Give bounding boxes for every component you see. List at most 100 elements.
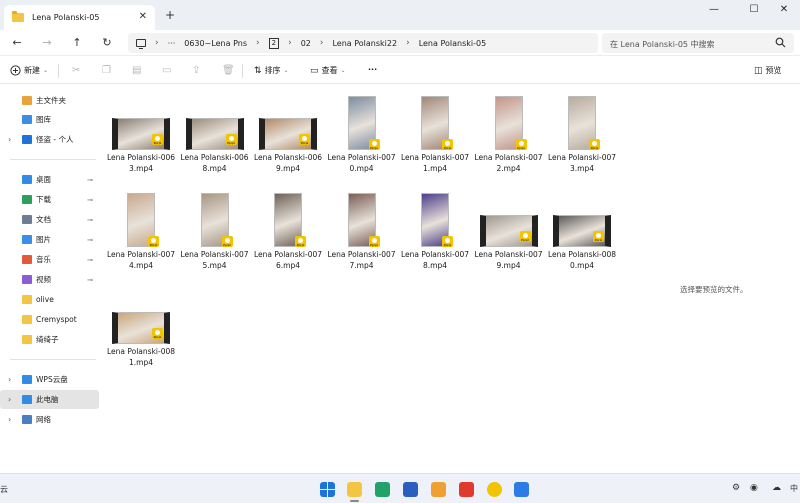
sidebar-item[interactable]: 绮绮子 xyxy=(0,330,99,349)
player-icon[interactable] xyxy=(487,482,502,497)
file-item[interactable]: Pprpl Lena Polanski-0077.mp4 xyxy=(325,185,399,271)
new-button[interactable]: 新建 ⌄ xyxy=(10,65,48,76)
copy-button[interactable]: ❐ xyxy=(102,65,111,76)
store-icon[interactable] xyxy=(431,482,446,497)
file-thumbnail-area: Pprpl xyxy=(104,185,178,249)
preview-pane-button[interactable]: ◫ 预览 xyxy=(754,65,782,76)
paste-button[interactable]: ▤ xyxy=(132,65,141,76)
steam-icon[interactable]: ◉ xyxy=(750,483,758,493)
new-tab-button[interactable]: + xyxy=(165,8,175,22)
sidebar-item[interactable]: Cremyspot xyxy=(0,310,99,329)
folder-icon xyxy=(22,315,32,324)
tab-current-folder[interactable]: Lena Polanski-05 ✕ xyxy=(4,5,155,30)
expand-chevron-icon[interactable]: › xyxy=(8,375,11,384)
breadcrumb-item[interactable]: 2 xyxy=(268,37,280,49)
tray-icon[interactable]: ⚙ xyxy=(732,483,740,493)
file-thumbnail-area: Pprpl xyxy=(545,88,619,152)
more-options-button[interactable]: ··· xyxy=(368,65,377,74)
address-row: ← → ↑ ↻ › ··· 0630~Lena Pns › 2 › 02 › L… xyxy=(0,30,800,56)
view-button[interactable]: ▭ 查看 ⌄ xyxy=(310,65,346,76)
file-explorer-icon[interactable] xyxy=(347,482,362,497)
breadcrumb-more[interactable]: ··· xyxy=(168,39,176,48)
sidebar-item[interactable]: 下载 ⊸ xyxy=(0,190,99,209)
breadcrumb-separator: › xyxy=(406,38,410,48)
delete-button[interactable]: 🗑 xyxy=(222,65,235,76)
close-tab-button[interactable]: ✕ xyxy=(139,11,147,22)
forward-button[interactable]: → xyxy=(40,36,54,49)
file-name: Lena Polanski-0071.mp4 xyxy=(400,153,470,173)
sidebar-item[interactable]: olive xyxy=(0,290,99,309)
sidebar-item-label: 桌面 xyxy=(36,175,51,184)
file-item[interactable]: Pprpl Lena Polanski-0063.mp4 xyxy=(104,88,178,174)
sidebar-item[interactable]: 音乐 ⊸ xyxy=(0,250,99,269)
sidebar-item[interactable]: 图库 xyxy=(0,110,99,129)
file-name: Lena Polanski-0078.mp4 xyxy=(400,250,470,270)
sidebar-item[interactable]: 文档 ⊸ xyxy=(0,210,99,229)
sort-button[interactable]: ⇅ 排序 ⌄ xyxy=(254,65,289,76)
player-badge-icon: Pprpl xyxy=(148,236,159,247)
sort-label: 排序 xyxy=(264,66,281,75)
file-item[interactable]: Pprpl Lena Polanski-0069.mp4 xyxy=(251,88,325,174)
refresh-button[interactable]: ↻ xyxy=(100,36,114,49)
file-item[interactable]: Pprpl Lena Polanski-0073.mp4 xyxy=(545,88,619,174)
sidebar-item[interactable]: › 网络 xyxy=(0,410,99,429)
close-window-button[interactable]: ✕ xyxy=(774,4,794,15)
share-button[interactable]: ⇪ xyxy=(192,65,200,76)
app-icon[interactable] xyxy=(403,482,418,497)
file-item[interactable]: Pprpl Lena Polanski-0081.mp4 xyxy=(104,282,178,368)
file-item[interactable]: Pprpl Lena Polanski-0076.mp4 xyxy=(251,185,325,271)
file-item[interactable]: Pprpl Lena Polanski-0072.mp4 xyxy=(472,88,546,174)
file-item[interactable]: Pprpl Lena Polanski-0074.mp4 xyxy=(104,185,178,271)
sidebar-item[interactable]: › 怪盗 - 个人 xyxy=(0,130,99,149)
file-item[interactable]: Pprpl Lena Polanski-0070.mp4 xyxy=(325,88,399,174)
file-item[interactable]: Pprpl Lena Polanski-0068.mp4 xyxy=(178,88,252,174)
file-thumbnail-area: Pprpl xyxy=(251,88,325,152)
search-icon[interactable] xyxy=(775,37,786,48)
rename-button[interactable]: ▭ xyxy=(162,65,171,76)
sidebar-item[interactable]: 桌面 ⊸ xyxy=(0,170,99,189)
input-method-indicator[interactable]: 中 xyxy=(790,483,798,494)
minimize-button[interactable]: — xyxy=(704,4,724,15)
file-thumbnail-area: Pprpl xyxy=(178,185,252,249)
breadcrumb-item[interactable]: 0630~Lena Pns xyxy=(184,39,247,48)
file-item[interactable]: Pprpl Lena Polanski-0079.mp4 xyxy=(472,185,546,271)
sidebar-item[interactable]: 主文件夹 xyxy=(0,91,99,110)
breadcrumb-item[interactable]: 02 xyxy=(301,39,311,48)
sidebar-item-label: 音乐 xyxy=(36,255,51,264)
sidebar-item[interactable]: 图片 ⊸ xyxy=(0,230,99,249)
cut-button[interactable]: ✂ xyxy=(72,65,80,76)
breadcrumb-item-current[interactable]: Lena Polanski-05 xyxy=(419,39,486,48)
breadcrumb-separator: › xyxy=(155,38,159,48)
file-item[interactable]: Pprpl Lena Polanski-0080.mp4 xyxy=(545,185,619,271)
windows-start-icon[interactable] xyxy=(320,482,335,497)
chevron-down-icon: ⌄ xyxy=(283,67,289,74)
expand-chevron-icon[interactable]: › xyxy=(8,135,11,144)
divider xyxy=(10,159,96,160)
file-item[interactable]: Pprpl Lena Polanski-0075.mp4 xyxy=(178,185,252,271)
up-button[interactable]: ↑ xyxy=(70,36,84,49)
breadcrumb[interactable]: › ··· 0630~Lena Pns › 2 › 02 › Lena Pola… xyxy=(128,33,598,53)
expand-chevron-icon[interactable]: › xyxy=(8,415,11,424)
file-item[interactable]: Pprpl Lena Polanski-0078.mp4 xyxy=(398,185,472,271)
wps-icon[interactable] xyxy=(459,482,474,497)
sidebar-item[interactable]: › 此电脑 xyxy=(0,390,99,409)
player-badge-icon: Pprpl xyxy=(152,328,163,339)
sidebar-item[interactable]: 视频 ⊸ xyxy=(0,270,99,289)
share-icon: ⇪ xyxy=(192,65,201,76)
maximize-button[interactable]: ☐ xyxy=(744,4,764,15)
sidebar-item[interactable]: › WPS云盘 xyxy=(0,370,99,389)
expand-chevron-icon[interactable]: › xyxy=(8,395,11,404)
file-item[interactable]: Pprpl Lena Polanski-0071.mp4 xyxy=(398,88,472,174)
view-icon: ▭ xyxy=(310,65,319,76)
back-button[interactable]: ← xyxy=(10,36,24,49)
pin-icon: ⊸ xyxy=(87,235,93,244)
search-input[interactable]: 在 Lena Polanski-05 中搜索 xyxy=(602,33,794,53)
player-badge-icon: Pprpl xyxy=(152,134,163,145)
player-badge-icon: Pprpl xyxy=(519,231,531,242)
browser-icon[interactable] xyxy=(514,482,529,497)
cloud-tray-icon[interactable]: ☁ xyxy=(772,483,781,493)
edge-icon[interactable] xyxy=(375,482,390,497)
file-name: Lena Polanski-0076.mp4 xyxy=(253,250,323,270)
breadcrumb-item[interactable]: Lena Polanski22 xyxy=(332,39,397,48)
file-name: Lena Polanski-0075.mp4 xyxy=(180,250,249,270)
